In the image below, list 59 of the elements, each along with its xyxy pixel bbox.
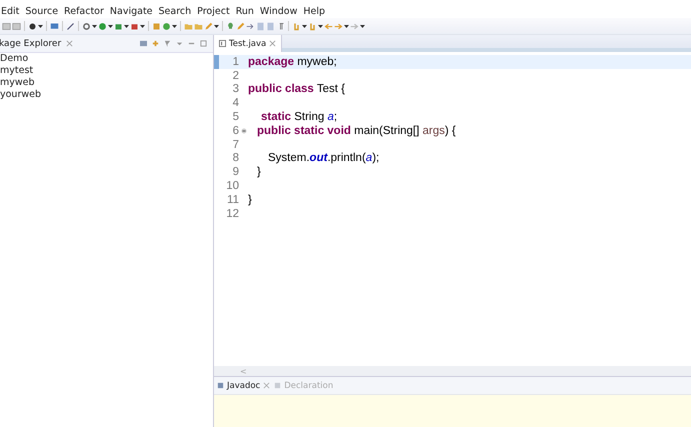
line-number: 2 <box>232 70 239 82</box>
menu-item[interactable]: Help <box>300 6 328 17</box>
file-icon <box>274 382 282 389</box>
line-number: 3 <box>232 83 239 96</box>
line-number: 8 <box>232 152 239 164</box>
close-icon[interactable] <box>66 40 74 47</box>
caret-icon[interactable] <box>360 24 365 28</box>
caret-icon[interactable] <box>214 24 219 28</box>
fold-icon[interactable] <box>240 128 246 134</box>
caret-icon[interactable] <box>124 24 129 28</box>
panel-tab[interactable]: Javadoc <box>217 380 270 390</box>
code-line: System.out.println(a); <box>268 152 380 164</box>
close-icon[interactable] <box>263 382 270 389</box>
line-number: 12 <box>225 208 239 220</box>
caret-icon[interactable] <box>318 24 323 28</box>
caret-icon[interactable] <box>38 24 43 28</box>
tree-item[interactable]: myweb <box>0 77 213 89</box>
menu-item[interactable]: Run <box>232 6 257 17</box>
close-icon[interactable] <box>269 40 276 47</box>
code-line: } <box>257 166 261 178</box>
menu-item[interactable]: Refactor <box>61 6 107 17</box>
line-number: 1 <box>232 56 239 68</box>
menu-icon[interactable] <box>176 40 183 47</box>
menu-item[interactable]: Edit <box>0 6 22 17</box>
code-line: public class Test { <box>248 83 345 96</box>
caret-icon[interactable] <box>302 24 307 28</box>
menu-item[interactable]: Source <box>22 6 62 17</box>
line-number: 10 <box>225 180 239 192</box>
code-line: package myweb; <box>248 56 337 68</box>
line-number: 6 <box>232 124 239 137</box>
tree-item[interactable]: yourweb <box>0 89 213 101</box>
code-line: public static void main(String[] args) { <box>257 124 456 137</box>
code-line: static String a; <box>261 111 338 124</box>
collapse-all-icon[interactable] <box>140 40 147 47</box>
menu-item[interactable]: Project <box>194 6 233 17</box>
caret-icon[interactable] <box>108 24 113 28</box>
caret-icon[interactable] <box>344 24 349 28</box>
menu-item[interactable]: Search <box>156 6 194 17</box>
menu-item[interactable]: Window <box>256 6 300 17</box>
caret-icon[interactable] <box>92 24 97 28</box>
tree-item[interactable]: Demo <box>0 53 213 65</box>
tree-item[interactable]: mytest <box>0 65 213 77</box>
filter-icon[interactable] <box>164 40 171 47</box>
line-number: 7 <box>232 138 239 151</box>
panel-title: kage Explorer <box>0 38 62 48</box>
caret-icon[interactable] <box>140 24 145 28</box>
line-number: 4 <box>232 97 239 110</box>
code-line: } <box>248 194 252 206</box>
java-file-icon <box>219 40 226 47</box>
menu-item[interactable]: Navigate <box>106 6 156 17</box>
maximize-icon[interactable] <box>200 40 207 47</box>
doc-icon <box>217 382 224 389</box>
line-number: 11 <box>226 194 239 206</box>
editor-tab[interactable]: Test.java <box>214 35 282 52</box>
caret-icon[interactable] <box>172 24 177 28</box>
line-number: 5 <box>232 111 239 124</box>
minimize-icon[interactable] <box>188 40 195 47</box>
link-icon[interactable] <box>152 40 159 47</box>
line-number: 9 <box>232 166 239 178</box>
